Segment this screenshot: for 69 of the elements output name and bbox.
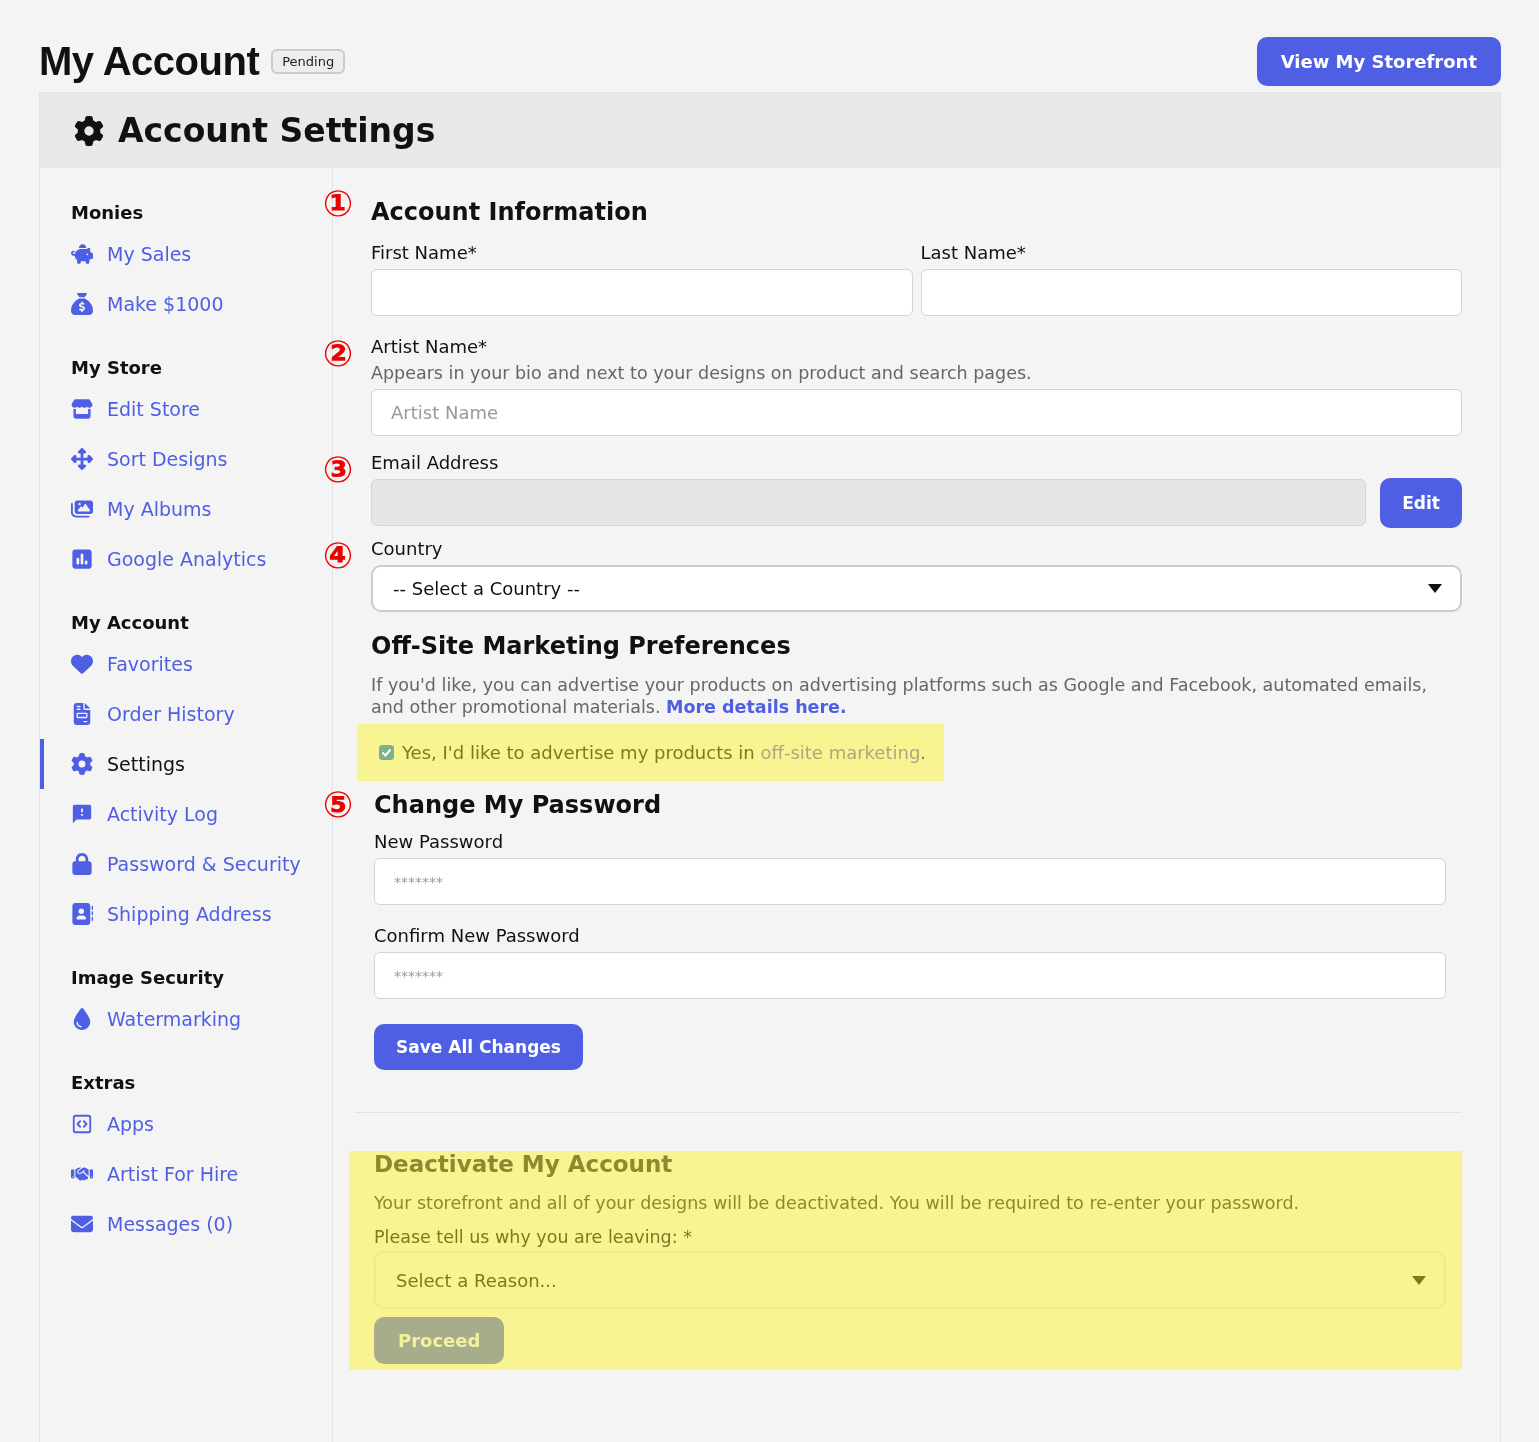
annotation-number: ⑤ [321,787,355,823]
details-link[interactable]: More details here. [666,697,847,717]
text-field[interactable] [920,269,1462,316]
panel-title: Account Settings [118,111,436,150]
code-icon [71,1113,93,1135]
field-label: New Password [374,831,505,852]
sidebar-item[interactable]: Artist For Hire [40,1149,332,1199]
marketing-description: If you'd like, you can advertise your products on advertising platforms such as Google and Facebook, automated emails, and other promotional materials. More details here. [371,674,1428,718]
sidebar-item[interactable]: Password & Security [40,839,332,889]
section-heading: Off-Site Marketing Preferences [371,632,792,660]
sidebar-item[interactable]: Edit Store [40,384,332,434]
reason-select[interactable]: Select a Reason... [374,1251,1446,1309]
image-icon [71,498,93,520]
sidebar-item[interactable]: Apps [40,1099,332,1149]
field-label: Artist Name* [371,336,489,357]
sidebar-heading: My Account [70,612,190,633]
contact-book-icon [71,903,93,925]
sidebar-item[interactable]: Favorites [40,639,332,689]
lock-icon [71,853,93,875]
move-arrows-icon [71,448,93,470]
password-field[interactable]: ******* [374,952,1446,999]
caret-icon [1412,1275,1426,1285]
sidebar-item[interactable]: My Sales [40,229,332,279]
annotation-number: ④ [321,538,355,574]
field-label: Email Address [371,452,500,473]
page-title: My Account [39,38,260,84]
sidebar-item[interactable]: Order History [40,689,332,739]
save-button[interactable]: Save All Changes [374,1024,583,1070]
annotation-number: ② [321,336,355,372]
help-text: Appears in your bio and next to your designs on product and search pages. [371,363,1033,383]
field-label: First Name* [371,242,478,263]
section-heading: Account Information [371,198,649,226]
country-select[interactable]: -- Select a Country -- [371,565,1462,612]
sidebar-heading: Image Security [70,967,225,988]
sidebar-item[interactable]: Shipping Address [40,889,332,939]
sidebar-item[interactable]: Watermarking [40,994,332,1044]
sidebar-heading: Monies [70,202,145,223]
sidebar-item[interactable]: Settings [40,739,332,789]
heart-icon [71,653,93,675]
warning-text: Your storefront and all of your designs will be deactivated. You will be required to re-enter your password. [374,1193,1301,1213]
receipt-icon [71,703,93,725]
caret-icon [1428,584,1442,593]
field-label: Please tell us why you are leaving: * [374,1227,693,1247]
field-label: Confirm New Password [374,925,581,946]
checkbox-label: Yes, I'd like to advertise my products in off-site marketing. [402,742,927,763]
alert-message-icon [71,803,93,825]
checkbox[interactable] [379,745,394,760]
droplet-icon [71,1008,93,1030]
sidebar-item[interactable]: Make $1000 [40,279,332,329]
status-badge: Pending [271,48,346,74]
section-heading: Deactivate My Account [374,1151,674,1177]
text-field[interactable] [371,269,913,316]
password-field[interactable]: ******* [374,858,1446,905]
envelope-icon [71,1213,93,1235]
sidebar-item[interactable]: Messages (0) [40,1199,332,1249]
annotation-number: ① [321,186,355,222]
section-heading: Change My Password [374,791,663,819]
view-storefront-button[interactable]: View My Storefront [1256,36,1501,86]
sidebar-heading: Extras [70,1072,137,1093]
field-label: Country [371,538,444,559]
store-icon [71,398,93,420]
sidebar-heading: My Store [70,357,163,378]
settings-icon [71,753,93,775]
piggy-bank-icon [71,243,93,265]
settings-icon [74,115,104,146]
artist-name-field[interactable]: Artist Name [371,389,1462,436]
field-label: Last Name* [920,242,1027,263]
bar-chart-icon [71,548,93,570]
money-bag-icon [71,293,93,315]
